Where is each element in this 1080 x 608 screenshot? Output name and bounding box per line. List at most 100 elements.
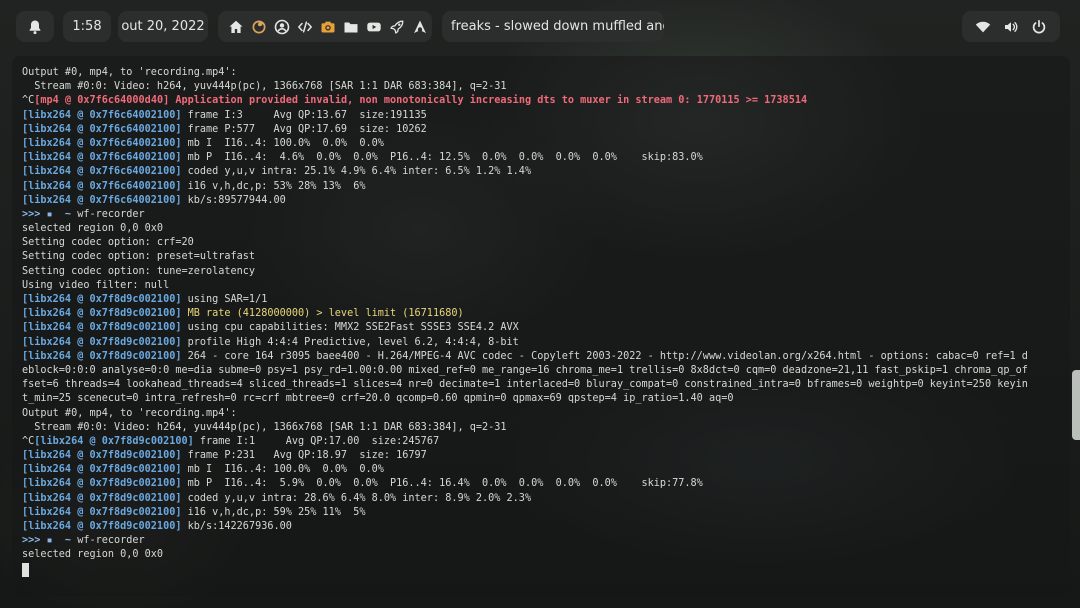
terminal-line: >>> ▪ ~ wf-recorder	[22, 534, 1060, 548]
terminal-line: [libx264 @ 0x7f8d9c002100] frame P:231 A…	[22, 449, 1060, 463]
terminal-text-segment: profile High 4:4:4 Predictive, level 6.2…	[181, 336, 519, 348]
terminal-output: Output #0, mp4, to 'recording.mp4': Stre…	[22, 66, 1060, 577]
account-icon[interactable]	[273, 18, 291, 36]
terminal-line: fset=6 threads=4 lookahead_threads=4 sli…	[22, 378, 1060, 392]
terminal-line: ^C[libx264 @ 0x7f8d9c002100] frame I:1 A…	[22, 435, 1060, 449]
terminal-line: [libx264 @ 0x7f8d9c002100] 264 - core 16…	[22, 350, 1060, 364]
terminal-line: [libx264 @ 0x7f6c64002100] mb P I16..4: …	[22, 151, 1060, 165]
wifi-icon[interactable]	[974, 18, 992, 36]
rocket-icon[interactable]	[388, 18, 406, 36]
terminal-line: ^C[mp4 @ 0x7f6c64000d40] Application pro…	[22, 94, 1060, 108]
date-label: out 20, 2022	[121, 19, 205, 34]
terminal-text-segment: coded y,u,v intra: 25.1% 4.9% 6.4% inter…	[181, 166, 532, 178]
bell-icon	[26, 18, 44, 36]
terminal-line: [libx264 @ 0x7f8d9c002100] i16 v,h,dc,p:…	[22, 506, 1060, 520]
camera-icon[interactable]	[319, 18, 337, 36]
terminal-text-segment: kb/s:142267936.00	[181, 521, 292, 532]
terminal-text-segment: wf-recorder	[77, 535, 145, 547]
terminal-text-segment: [libx264 @ 0x7f8d9c002100]	[22, 308, 182, 320]
terminal-line: selected region 0,0 0x0	[22, 548, 1060, 562]
terminal-text-segment: [mp4 @ 0x7f6c64000d40] Application provi…	[34, 95, 808, 107]
terminal-line: [libx264 @ 0x7f6c64002100] kb/s:89577944…	[22, 194, 1060, 208]
terminal-text-segment: frame P:577 Avg QP:17.69 size: 10262	[181, 123, 427, 135]
wallpaper-highlight	[1072, 370, 1080, 440]
terminal-input-line[interactable]	[22, 562, 1060, 577]
terminal-text-segment: t_min=25 scenecut=0 intra_refresh=0 rc=c…	[22, 393, 734, 405]
terminal-text-segment: [libx264 @ 0x7f8d9c002100]	[22, 322, 182, 334]
terminal-text-segment: kb/s:89577944.00	[181, 194, 286, 206]
terminal-window[interactable]: Output #0, mp4, to 'recording.mp4': Stre…	[12, 56, 1070, 596]
terminal-cursor	[22, 562, 29, 577]
terminal-line: selected region 0,0 0x0	[22, 222, 1060, 236]
terminal-line: [libx264 @ 0x7f6c64002100] i16 v,h,dc,p:…	[22, 180, 1060, 194]
terminal-text-segment: fset=6 threads=4 lookahead_threads=4 sli…	[22, 379, 1028, 391]
terminal-text-segment: selected region 0,0 0x0	[22, 223, 164, 235]
terminal-text-segment: mb P I16..4: 5.9% 0.0% 0.0% P16..4: 16.4…	[181, 478, 703, 490]
terminal-text-segment: Stream #0:0: Video: h264, yuv444p(pc), 1…	[22, 81, 507, 93]
terminal-line: [libx264 @ 0x7f8d9c002100] mb I I16..4: …	[22, 463, 1060, 477]
folder-icon[interactable]	[342, 18, 360, 36]
terminal-line: Stream #0:0: Video: h264, yuv444p(pc), 1…	[22, 80, 1060, 94]
terminal-text-segment: selected region 0,0 0x0	[22, 549, 164, 561]
now-playing-title: freaks - slowed down muffled and echo	[451, 19, 664, 34]
terminal-text-segment: using SAR=1/1	[181, 294, 268, 305]
terminal-text-segment: mb I I16..4: 100.0% 0.0% 0.0%	[181, 137, 384, 149]
terminal-text-segment: [libx264 @ 0x7f8d9c002100]	[22, 336, 182, 348]
terminal-text-segment: [libx264 @ 0x7f8d9c002100]	[22, 492, 182, 504]
terminal-line: [libx264 @ 0x7f8d9c002100] kb/s:14226793…	[22, 520, 1060, 534]
terminal-line: Setting codec option: preset=ultrafast	[22, 250, 1060, 264]
terminal-line: eblock=0:0:0 analyse=0:0 me=dia subme=0 …	[22, 364, 1060, 378]
terminal-line: Stream #0:0: Video: h264, yuv444p(pc), 1…	[22, 421, 1060, 435]
terminal-text-segment: Stream #0:0: Video: h264, yuv444p(pc), 1…	[22, 421, 507, 433]
terminal-text-segment: >>> ▪ ~	[22, 535, 78, 547]
notifications-button[interactable]	[16, 11, 54, 42]
terminal-line: Setting codec option: tune=zerolatency	[22, 265, 1060, 279]
terminal-text-segment: Setting codec option: preset=ultrafast	[22, 251, 256, 263]
terminal-line: Output #0, mp4, to 'recording.mp4':	[22, 66, 1060, 80]
terminal-text-segment: >>> ▪ ~	[22, 208, 78, 220]
terminal-text-segment: [libx264 @ 0x7f8d9c002100]	[22, 506, 182, 518]
date-widget[interactable]: out 20, 2022	[118, 11, 208, 42]
terminal-text-segment: Using video filter: null	[22, 279, 170, 291]
terminal-text-segment: [libx264 @ 0x7f8d9c002100]	[22, 450, 182, 462]
terminal-line: [libx264 @ 0x7f6c64002100] coded y,u,v i…	[22, 165, 1060, 179]
terminal-text-segment: MB rate (4128000000) > level limit (1671…	[181, 308, 464, 320]
terminal-line: Using video filter: null	[22, 279, 1060, 293]
youtube-icon[interactable]	[365, 18, 383, 36]
code-icon[interactable]	[296, 18, 314, 36]
terminal-text-segment: [libx264 @ 0x7f8d9c002100]	[22, 521, 182, 532]
terminal-text-segment: [libx264 @ 0x7f8d9c002100]	[34, 435, 194, 447]
terminal-text-segment: frame I:3 Avg QP:13.67 size:191135	[181, 109, 427, 121]
terminal-text-segment: [libx264 @ 0x7f6c64002100]	[22, 109, 182, 121]
terminal-text-segment: coded y,u,v intra: 28.6% 6.4% 8.0% inter…	[181, 492, 532, 504]
terminal-text-segment: [libx264 @ 0x7f6c64002100]	[22, 137, 182, 149]
terminal-line: [libx264 @ 0x7f8d9c002100] mb P I16..4: …	[22, 477, 1060, 491]
system-tray	[962, 11, 1060, 42]
terminal-text-segment: [libx264 @ 0x7f8d9c002100]	[22, 478, 182, 490]
terminal-text-segment: Setting codec option: tune=zerolatency	[22, 265, 256, 277]
terminal-text-segment: [libx264 @ 0x7f6c64002100]	[22, 166, 182, 178]
terminal-text-segment: [libx264 @ 0x7f8d9c002100]	[22, 294, 182, 305]
terminal-line: [libx264 @ 0x7f6c64002100] frame P:577 A…	[22, 123, 1060, 137]
app-launcher-bar	[218, 11, 432, 42]
terminal-text-segment: frame I:1 Avg QP:17.00 size:245767	[193, 435, 440, 447]
terminal-text-segment: ^C	[22, 435, 35, 447]
now-playing-widget[interactable]: freaks - slowed down muffled and echo	[442, 11, 664, 42]
clock[interactable]: 1:58	[63, 11, 111, 42]
arch-icon[interactable]	[411, 18, 429, 36]
terminal-line: [libx264 @ 0x7f6c64002100] mb I I16..4: …	[22, 137, 1060, 151]
terminal-text-segment: Output #0, mp4, to 'recording.mp4':	[22, 407, 237, 419]
terminal-text-segment: [libx264 @ 0x7f6c64002100]	[22, 152, 182, 164]
terminal-line: [libx264 @ 0x7f8d9c002100] using SAR=1/1	[22, 293, 1060, 307]
firefox-icon[interactable]	[250, 18, 268, 36]
terminal-line: [libx264 @ 0x7f8d9c002100] profile High …	[22, 336, 1060, 350]
home-icon[interactable]	[227, 18, 245, 36]
volume-icon[interactable]	[1002, 18, 1020, 36]
terminal-text-segment: [libx264 @ 0x7f8d9c002100]	[22, 464, 182, 476]
terminal-text-segment: using cpu capabilities: MMX2 SSE2Fast SS…	[181, 322, 519, 334]
terminal-line: [libx264 @ 0x7f8d9c002100] coded y,u,v i…	[22, 492, 1060, 506]
power-icon[interactable]	[1030, 18, 1048, 36]
terminal-text-segment: mb I I16..4: 100.0% 0.0% 0.0%	[181, 464, 384, 476]
terminal-text-segment: 264 - core 164 r3095 baee400 - H.264/MPE…	[181, 350, 1028, 362]
terminal-text-segment: Setting codec option: crf=20	[22, 237, 194, 249]
